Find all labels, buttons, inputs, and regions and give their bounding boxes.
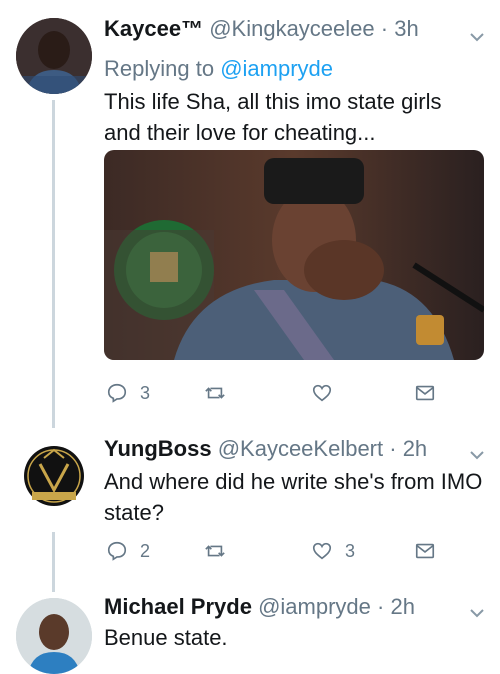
like-icon xyxy=(312,542,332,560)
like-button[interactable] xyxy=(311,378,345,408)
avatar-photo xyxy=(16,598,92,674)
avatar[interactable] xyxy=(16,18,92,94)
timestamp[interactable]: · 2h xyxy=(389,436,427,461)
user-handle[interactable]: @iampryde xyxy=(258,594,371,619)
retweet-icon xyxy=(205,545,225,557)
tweet-actions: 3 xyxy=(104,378,444,408)
timestamp[interactable]: · 3h xyxy=(381,16,419,41)
kaycee-kelbert-logo xyxy=(24,446,84,506)
retweet-icon xyxy=(205,387,225,399)
reply-count: 2 xyxy=(140,540,151,561)
chevron-down-icon[interactable] xyxy=(468,604,486,622)
tweet-header: Kaycee™ @Kingkayceelee · 3h xyxy=(104,16,419,42)
replying-to: Replying to @iampryde xyxy=(104,56,333,82)
retweet-button[interactable] xyxy=(204,378,238,408)
message-button[interactable] xyxy=(414,378,436,408)
display-name[interactable]: Kaycee™ xyxy=(104,16,203,41)
reply-icon xyxy=(107,541,127,561)
like-button[interactable]: 3 xyxy=(311,536,355,566)
user-handle[interactable]: @KayceeKelbert xyxy=(218,436,383,461)
reply-button[interactable]: 2 xyxy=(106,536,150,566)
reply-count: 3 xyxy=(140,382,151,403)
tweet-actions: 2 3 xyxy=(104,536,444,566)
tweet-image[interactable] xyxy=(104,150,484,360)
chevron-down-icon[interactable] xyxy=(468,28,486,46)
replying-label: Replying to xyxy=(104,56,215,81)
tweet-photo xyxy=(104,150,484,360)
tweet-kaycee[interactable]: Kaycee™ @Kingkayceelee · 3h Replying to … xyxy=(0,0,500,428)
tweet-text: This life Sha, all this imo state girls … xyxy=(104,89,442,145)
timestamp[interactable]: · 2h xyxy=(377,594,415,619)
avatar-photo xyxy=(16,18,92,94)
retweet-button[interactable] xyxy=(204,536,238,566)
avatar[interactable] xyxy=(16,438,92,514)
chevron-down-icon[interactable] xyxy=(468,446,486,464)
like-icon xyxy=(312,384,332,402)
reply-icon xyxy=(107,383,127,403)
user-handle[interactable]: @Kingkayceelee xyxy=(209,16,374,41)
reply-button[interactable]: 3 xyxy=(106,378,150,408)
tweet-yungboss[interactable]: YungBoss @KayceeKelbert · 2h And where d… xyxy=(0,420,500,592)
like-count: 3 xyxy=(345,540,356,561)
replying-handle[interactable]: @iampryde xyxy=(220,56,333,81)
tweet-header: YungBoss @KayceeKelbert · 2h xyxy=(104,436,427,462)
tweet-michael-pryde[interactable]: Michael Pryde @iampryde · 2h Benue state… xyxy=(0,580,500,674)
tweet-text: And where did he write she's from IMO st… xyxy=(104,469,483,525)
message-button[interactable] xyxy=(414,536,436,566)
thread-line xyxy=(52,100,55,428)
avatar[interactable] xyxy=(16,598,92,674)
message-icon xyxy=(415,385,435,401)
message-icon xyxy=(415,543,435,559)
display-name[interactable]: Michael Pryde xyxy=(104,594,252,619)
tweet-text: Benue state. xyxy=(104,625,228,650)
display-name[interactable]: YungBoss xyxy=(104,436,212,461)
tweet-header: Michael Pryde @iampryde · 2h xyxy=(104,594,415,620)
